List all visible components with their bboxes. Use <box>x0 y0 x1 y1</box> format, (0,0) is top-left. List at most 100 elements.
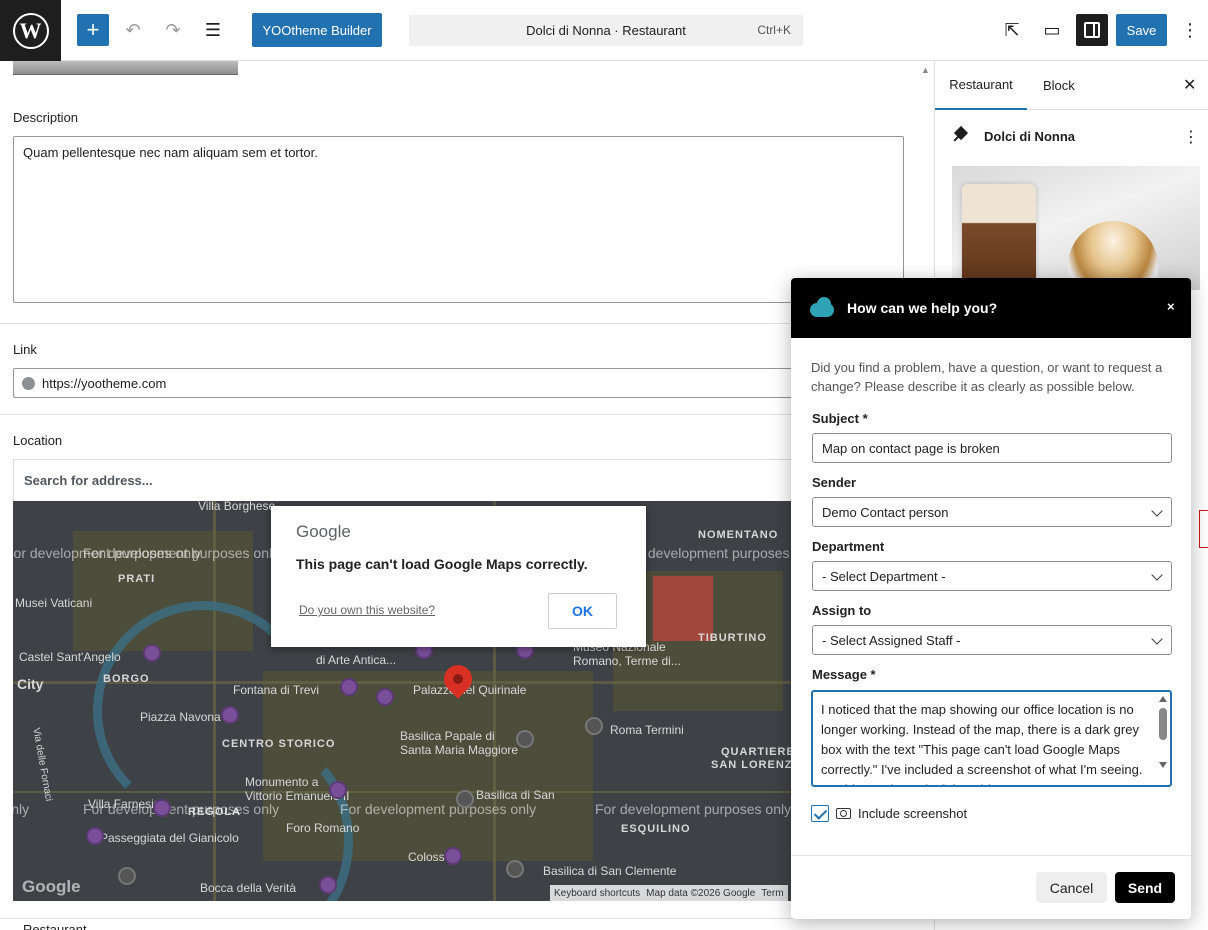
message-label: Message * <box>812 667 876 682</box>
map-poi-icon[interactable] <box>86 827 104 845</box>
block-card: Dolci di Nonna <box>952 127 1202 145</box>
undo-button[interactable]: ↶ <box>117 14 149 46</box>
dev-watermark: For development purposes only <box>595 801 792 817</box>
terms-link[interactable]: Term <box>761 888 783 899</box>
map-label: Foro Romano <box>286 821 360 835</box>
maps-error-dialog: Google This page can't load Google Maps … <box>271 506 646 647</box>
preview-button[interactable]: ▭ <box>1036 14 1068 46</box>
wordpress-logo-button[interactable]: W <box>0 0 61 61</box>
save-button[interactable]: Save <box>1116 14 1167 46</box>
map-poi-icon[interactable] <box>506 860 524 878</box>
map-label: Basilica di San <box>476 788 555 802</box>
camera-icon <box>836 808 851 819</box>
desktop-preview-icon: ▭ <box>1043 19 1061 40</box>
map-label: Musei Vaticani <box>15 596 93 610</box>
cancel-button[interactable]: Cancel <box>1036 872 1107 903</box>
scroll-thumb[interactable] <box>1159 708 1167 740</box>
map-label: QUARTIERE <box>721 746 793 758</box>
message-textarea[interactable]: I noticed that the map showing our offic… <box>811 690 1172 787</box>
map-poi-icon[interactable] <box>456 790 474 808</box>
textarea-scrollbar[interactable] <box>1159 696 1167 783</box>
map-label: Passeggiata del Gianicolo <box>100 831 239 845</box>
include-screenshot-checkbox[interactable] <box>811 805 829 822</box>
map-poi-icon[interactable] <box>340 678 358 696</box>
link-value: https://yootheme.com <box>42 375 167 391</box>
map-label: NOMENTANO <box>698 529 779 541</box>
editor-toolbar: W + ↶ ↷ ☰ YOOtheme Builder Dolci di Nonn… <box>0 0 1208 61</box>
external-link-icon: ⇱ <box>1004 19 1020 40</box>
map-poi-icon[interactable] <box>329 781 347 799</box>
map-label: Romano, Terme di... <box>573 654 681 668</box>
command-palette-bar[interactable]: Dolci di Nonna · Restaurant Ctrl+K <box>409 15 803 46</box>
map-poi-icon[interactable] <box>118 867 136 885</box>
settings-sidebar-toggle[interactable] <box>1076 14 1108 46</box>
options-button[interactable]: ⋮ <box>1176 14 1204 46</box>
more-vertical-icon: ⋮ <box>1181 19 1199 40</box>
view-post-button[interactable]: ⇱ <box>996 14 1028 46</box>
add-block-button[interactable]: + <box>77 14 109 46</box>
map-poi-icon[interactable] <box>585 717 603 735</box>
location-map[interactable]: Villa Borghese PRATI Musei Vaticani Cast… <box>13 501 793 901</box>
subject-input[interactable]: Map on contact page is broken <box>812 433 1172 463</box>
featured-image[interactable] <box>952 166 1200 290</box>
document-overview-button[interactable]: ☰ <box>197 14 229 46</box>
map-label: Roma Termini <box>610 723 684 737</box>
scroll-up-arrow[interactable]: ▲ <box>921 65 930 75</box>
wordpress-icon: W <box>12 12 49 49</box>
ok-button[interactable]: OK <box>548 593 617 629</box>
dev-watermark: For development purposes only <box>623 545 793 561</box>
map-poi-icon[interactable] <box>153 799 171 817</box>
modal-footer: Cancel Send <box>791 855 1191 919</box>
map-label: Villa Borghese <box>198 501 276 513</box>
help-request-modal: How can we help you? × Did you find a pr… <box>791 278 1191 919</box>
map-poi-icon[interactable] <box>444 847 462 865</box>
sender-select[interactable]: Demo Contact person <box>812 497 1172 527</box>
department-select[interactable]: - Select Department - <box>812 561 1172 591</box>
dev-watermark: For development purposes only <box>83 545 280 561</box>
yootheme-builder-button[interactable]: YOOtheme Builder <box>252 13 382 47</box>
sidebar-tabs: Restaurant Block ✕ <box>935 61 1208 110</box>
link-label: Link <box>13 342 37 357</box>
maps-error-message: This page can't load Google Maps correct… <box>296 556 588 572</box>
map-label: PRATI <box>118 573 156 585</box>
pin-icon <box>952 127 970 145</box>
scroll-down-icon <box>1159 762 1167 768</box>
description-textarea[interactable]: Quam pellentesque nec nam aliquam sem et… <box>13 136 904 303</box>
map-label: Monumento a <box>245 775 319 789</box>
own-website-link[interactable]: Do you own this website? <box>299 603 435 617</box>
map-label: BORGO <box>103 673 150 685</box>
map-poi-icon[interactable] <box>516 730 534 748</box>
map-poi-icon[interactable] <box>376 688 394 706</box>
modal-header: How can we help you? × <box>791 278 1191 338</box>
block-more-icon[interactable]: ⋮ <box>1183 127 1199 147</box>
map-poi-icon[interactable] <box>221 706 239 724</box>
command-shortcut: Ctrl+K <box>757 23 791 37</box>
address-search-input[interactable]: Search for address... <box>13 459 813 501</box>
send-button[interactable]: Send <box>1115 872 1175 903</box>
include-screenshot-row: Include screenshot <box>811 805 967 822</box>
map-label: di Arte Antica... <box>316 653 397 667</box>
tab-block[interactable]: Block <box>1043 61 1075 110</box>
map-poi-icon[interactable] <box>319 876 337 894</box>
map-attribution: Keyboard shortcuts Map data ©2026 Google… <box>550 885 788 901</box>
modal-title: How can we help you? <box>847 300 998 316</box>
message-text: I noticed that the map showing our offic… <box>821 702 1143 785</box>
globe-icon <box>22 376 35 390</box>
map-label: Basilica Papale di <box>400 729 495 743</box>
dev-watermark: For development purposes only <box>83 801 280 817</box>
tab-restaurant[interactable]: Restaurant <box>935 61 1027 110</box>
map-label: Bocca della Verità <box>200 881 297 895</box>
close-icon[interactable]: × <box>1167 299 1175 314</box>
list-view-icon: ☰ <box>204 19 222 40</box>
redo-button[interactable]: ↷ <box>157 14 189 46</box>
link-input[interactable]: https://yootheme.com <box>13 368 813 398</box>
plus-icon: + <box>86 17 100 42</box>
map-poi-icon[interactable] <box>143 644 161 662</box>
close-sidebar-icon[interactable]: ✕ <box>1183 75 1196 95</box>
chevron-down-icon <box>1151 633 1163 645</box>
assign-select[interactable]: - Select Assigned Staff - <box>812 625 1172 655</box>
dev-watermark: For development purposes only <box>13 801 30 817</box>
block-title: Dolci di Nonna <box>984 128 1075 144</box>
subject-label: Subject * <box>812 411 868 426</box>
keyboard-shortcuts-link[interactable]: Keyboard shortcuts <box>554 888 640 899</box>
